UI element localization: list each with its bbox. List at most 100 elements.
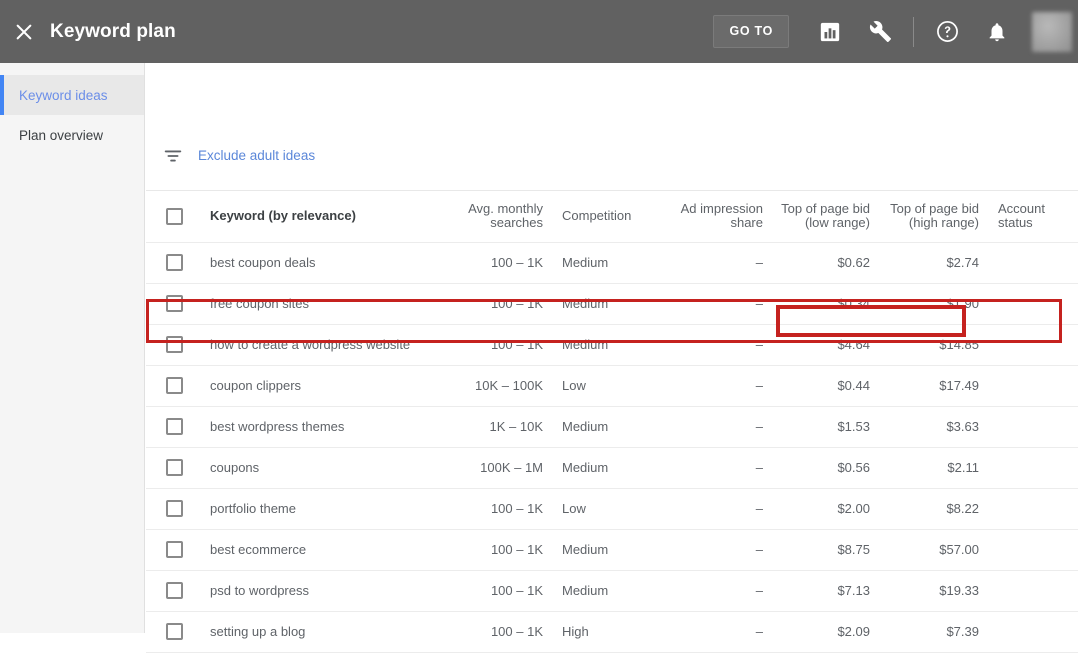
topbar-actions: GO TO: [713, 0, 1078, 63]
cell-competition: Medium: [551, 242, 676, 284]
cell-avg-monthly-searches: 100 – 1K: [444, 570, 551, 612]
cell-avg-monthly-searches: 100 – 1K: [444, 611, 551, 653]
go-to-button[interactable]: GO TO: [713, 15, 789, 48]
cell-ad-impression-share: –: [676, 406, 772, 448]
row-checkbox[interactable]: [165, 459, 183, 477]
reports-bar-chart-icon[interactable]: [817, 19, 843, 45]
toolbar-divider: [913, 16, 914, 47]
cell-account-status: [990, 570, 1078, 612]
cell-keyword: best ecommerce: [202, 529, 444, 571]
column-header-top-of-page-bid-low[interactable]: Top of page bid (low range): [772, 191, 882, 243]
column-header-account-status[interactable]: Account status: [990, 191, 1078, 243]
cell-competition: Medium: [551, 529, 676, 571]
cell-bid-high: $19.33: [882, 570, 990, 612]
row-checkbox[interactable]: [165, 254, 183, 272]
cell-bid-low: $2.00: [772, 488, 882, 530]
cell-avg-monthly-searches: 100 – 1K: [444, 242, 551, 284]
sidebar-item-label: Keyword ideas: [19, 87, 108, 103]
table-row[interactable]: best ecommerce 100 – 1K Medium – $8.75 $57.00: [146, 529, 1078, 571]
column-header-low-line1: Top of page bid: [781, 201, 870, 217]
cell-ad-impression-share: –: [676, 611, 772, 653]
cell-account-status: [990, 365, 1078, 407]
row-checkbox[interactable]: [165, 336, 183, 354]
row-checkbox-cell: [146, 242, 202, 284]
sidebar-item-plan-overview[interactable]: Plan overview: [0, 115, 144, 155]
cell-bid-high: $17.49: [882, 365, 990, 407]
close-icon[interactable]: [12, 20, 36, 44]
column-header-ad-impression-share[interactable]: Ad impression share: [676, 191, 772, 243]
cell-keyword: coupons: [202, 447, 444, 489]
row-checkbox-cell: [146, 324, 202, 366]
cell-bid-low: $8.75: [772, 529, 882, 571]
cell-keyword: how to create a wordpress website: [202, 324, 444, 366]
cell-account-status: [990, 529, 1078, 571]
column-header-ais-line2: share: [730, 215, 763, 231]
table-header: Keyword (by relevance) Avg. monthly sear…: [146, 191, 1078, 243]
table-body: best coupon deals 100 – 1K Medium – $0.62 $2.…: [146, 242, 1078, 653]
column-header-avg-monthly-searches[interactable]: Avg. monthly searches: [444, 191, 551, 243]
row-checkbox[interactable]: [165, 541, 183, 559]
row-checkbox[interactable]: [165, 500, 183, 518]
table-row[interactable]: best coupon deals 100 – 1K Medium – $0.62 $2.…: [146, 242, 1078, 284]
table-row[interactable]: psd to wordpress 100 – 1K Medium – $7.13 $19.…: [146, 570, 1078, 612]
cell-keyword: coupon clippers: [202, 365, 444, 407]
sidebar-item-keyword-ideas[interactable]: Keyword ideas: [0, 75, 144, 115]
row-checkbox-cell: [146, 611, 202, 653]
filter-bar: Exclude adult ideas: [146, 121, 1078, 191]
table-row[interactable]: coupon clippers 10K – 100K Low – $0.44 $17.49: [146, 365, 1078, 407]
cell-bid-low: $7.13: [772, 570, 882, 612]
column-header-competition[interactable]: Competition: [551, 191, 676, 243]
sidebar: Keyword ideas Plan overview: [0, 63, 145, 633]
tools-wrench-icon[interactable]: [867, 19, 893, 45]
cell-avg-monthly-searches: 10K – 100K: [444, 365, 551, 407]
cell-account-status: [990, 324, 1078, 366]
cell-bid-low: $0.34: [772, 283, 882, 325]
column-header-top-of-page-bid-high[interactable]: Top of page bid (high range): [882, 191, 990, 243]
table-row[interactable]: portfolio theme 100 – 1K Low – $2.00 $8.22: [146, 488, 1078, 530]
cell-bid-high: $1.90: [882, 283, 990, 325]
cell-competition: Medium: [551, 406, 676, 448]
filter-funnel-icon[interactable]: [162, 145, 184, 167]
keyword-ideas-table: Keyword (by relevance) Avg. monthly sear…: [146, 191, 1078, 653]
table-header-row: Keyword (by relevance) Avg. monthly sear…: [146, 191, 1078, 243]
table-row[interactable]: free coupon sites 100 – 1K Medium – $0.34 $1.…: [146, 283, 1078, 325]
row-checkbox[interactable]: [165, 418, 183, 436]
select-all-checkbox[interactable]: [165, 207, 183, 225]
cell-keyword: psd to wordpress: [202, 570, 444, 612]
cell-avg-monthly-searches: 100 – 1K: [444, 324, 551, 366]
sidebar-item-label: Plan overview: [19, 127, 104, 143]
cell-ad-impression-share: –: [676, 570, 772, 612]
cell-bid-low: $0.44: [772, 365, 882, 407]
cell-bid-high: $57.00: [882, 529, 990, 571]
cell-ad-impression-share: –: [676, 283, 772, 325]
row-checkbox[interactable]: [165, 623, 183, 641]
cell-bid-high: $14.85: [882, 324, 990, 366]
cell-ad-impression-share: –: [676, 242, 772, 284]
exclude-adult-ideas-link[interactable]: Exclude adult ideas: [198, 148, 315, 163]
row-checkbox[interactable]: [165, 377, 183, 395]
cell-account-status: [990, 406, 1078, 448]
row-checkbox-cell: [146, 488, 202, 530]
column-header-keyword[interactable]: Keyword (by relevance): [202, 191, 444, 243]
cell-account-status: [990, 283, 1078, 325]
avatar[interactable]: [1032, 11, 1072, 52]
notifications-bell-icon[interactable]: [984, 19, 1010, 45]
cell-competition: Low: [551, 365, 676, 407]
cell-account-status: [990, 611, 1078, 653]
column-header-ais-line1: Ad impression: [680, 201, 763, 217]
cell-competition: High: [551, 611, 676, 653]
cell-keyword: free coupon sites: [202, 283, 444, 325]
cell-ad-impression-share: –: [676, 488, 772, 530]
table-row[interactable]: coupons 100K – 1M Medium – $0.56 $2.11: [146, 447, 1078, 489]
table-row[interactable]: setting up a blog 100 – 1K High – $2.09 $7.39: [146, 611, 1078, 653]
select-all-checkbox-cell: [146, 191, 202, 243]
table-row[interactable]: how to create a wordpress website 100 – 1…: [146, 324, 1078, 366]
cell-bid-low: $0.62: [772, 242, 882, 284]
table-row[interactable]: best wordpress themes 1K – 10K Medium – $1.5…: [146, 406, 1078, 448]
row-checkbox[interactable]: [165, 582, 183, 600]
cell-bid-high: $2.74: [882, 242, 990, 284]
row-checkbox[interactable]: [165, 295, 183, 313]
help-icon[interactable]: [934, 19, 960, 45]
column-header-low-line2: (low range): [804, 215, 870, 231]
cell-competition: Medium: [551, 283, 676, 325]
